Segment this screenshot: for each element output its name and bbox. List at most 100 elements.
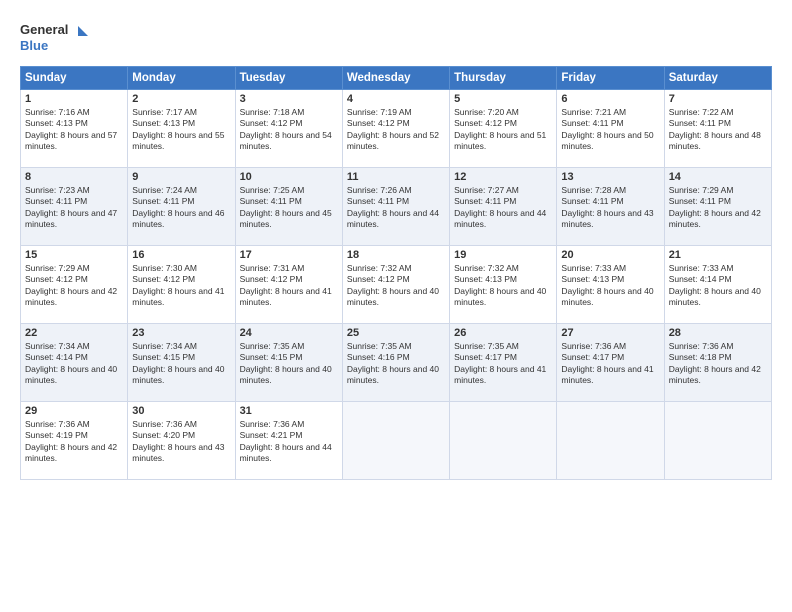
day-number: 12 xyxy=(454,171,552,183)
day-number: 31 xyxy=(240,405,338,417)
calendar-cell xyxy=(450,402,557,480)
weekday-header-saturday: Saturday xyxy=(664,67,771,90)
day-number: 18 xyxy=(347,249,445,261)
week-row-2: 8 Sunrise: 7:23 AMSunset: 4:11 PMDaylight… xyxy=(21,168,772,246)
calendar-cell: 28 Sunrise: 7:36 AMSunset: 4:18 PMDayligh… xyxy=(664,324,771,402)
day-info: Sunrise: 7:19 AMSunset: 4:12 PMDaylight:… xyxy=(347,107,439,151)
calendar-cell: 21 Sunrise: 7:33 AMSunset: 4:14 PMDayligh… xyxy=(664,246,771,324)
day-number: 29 xyxy=(25,405,123,417)
calendar-cell: 14 Sunrise: 7:29 AMSunset: 4:11 PMDayligh… xyxy=(664,168,771,246)
day-info: Sunrise: 7:16 AMSunset: 4:13 PMDaylight:… xyxy=(25,107,117,151)
day-number: 28 xyxy=(669,327,767,339)
day-number: 8 xyxy=(25,171,123,183)
day-info: Sunrise: 7:32 AMSunset: 4:13 PMDaylight:… xyxy=(454,263,546,307)
day-number: 3 xyxy=(240,93,338,105)
day-info: Sunrise: 7:24 AMSunset: 4:11 PMDaylight:… xyxy=(132,185,224,229)
calendar-cell: 4 Sunrise: 7:19 AMSunset: 4:12 PMDaylight… xyxy=(342,90,449,168)
day-info: Sunrise: 7:35 AMSunset: 4:15 PMDaylight:… xyxy=(240,341,332,385)
day-number: 17 xyxy=(240,249,338,261)
day-info: Sunrise: 7:32 AMSunset: 4:12 PMDaylight:… xyxy=(347,263,439,307)
calendar-cell: 22 Sunrise: 7:34 AMSunset: 4:14 PMDayligh… xyxy=(21,324,128,402)
calendar-cell: 11 Sunrise: 7:26 AMSunset: 4:11 PMDayligh… xyxy=(342,168,449,246)
day-number: 2 xyxy=(132,93,230,105)
week-row-5: 29 Sunrise: 7:36 AMSunset: 4:19 PMDayligh… xyxy=(21,402,772,480)
day-info: Sunrise: 7:28 AMSunset: 4:11 PMDaylight:… xyxy=(561,185,653,229)
day-number: 20 xyxy=(561,249,659,261)
calendar-cell: 20 Sunrise: 7:33 AMSunset: 4:13 PMDayligh… xyxy=(557,246,664,324)
calendar-cell: 19 Sunrise: 7:32 AMSunset: 4:13 PMDayligh… xyxy=(450,246,557,324)
day-number: 14 xyxy=(669,171,767,183)
calendar-cell: 7 Sunrise: 7:22 AMSunset: 4:11 PMDaylight… xyxy=(664,90,771,168)
day-info: Sunrise: 7:29 AMSunset: 4:11 PMDaylight:… xyxy=(669,185,761,229)
day-info: Sunrise: 7:34 AMSunset: 4:14 PMDaylight:… xyxy=(25,341,117,385)
calendar-cell: 1Sunrise: 7:16 AMSunset: 4:13 PMDaylight… xyxy=(21,90,128,168)
day-info: Sunrise: 7:35 AMSunset: 4:17 PMDaylight:… xyxy=(454,341,546,385)
weekday-header-sunday: Sunday xyxy=(21,67,128,90)
svg-text:Blue: Blue xyxy=(20,38,48,53)
calendar-cell: 23 Sunrise: 7:34 AMSunset: 4:15 PMDayligh… xyxy=(128,324,235,402)
day-info: Sunrise: 7:27 AMSunset: 4:11 PMDaylight:… xyxy=(454,185,546,229)
calendar-cell xyxy=(664,402,771,480)
day-info: Sunrise: 7:20 AMSunset: 4:12 PMDaylight:… xyxy=(454,107,546,151)
calendar-cell: 24 Sunrise: 7:35 AMSunset: 4:15 PMDayligh… xyxy=(235,324,342,402)
calendar-cell: 27 Sunrise: 7:36 AMSunset: 4:17 PMDayligh… xyxy=(557,324,664,402)
calendar-cell: 2 Sunrise: 7:17 AMSunset: 4:13 PMDaylight… xyxy=(128,90,235,168)
day-info: Sunrise: 7:26 AMSunset: 4:11 PMDaylight:… xyxy=(347,185,439,229)
day-number: 4 xyxy=(347,93,445,105)
day-number: 15 xyxy=(25,249,123,261)
week-row-1: 1Sunrise: 7:16 AMSunset: 4:13 PMDaylight… xyxy=(21,90,772,168)
calendar-cell: 30 Sunrise: 7:36 AMSunset: 4:20 PMDayligh… xyxy=(128,402,235,480)
day-info: Sunrise: 7:36 AMSunset: 4:19 PMDaylight:… xyxy=(25,419,117,463)
day-info: Sunrise: 7:33 AMSunset: 4:13 PMDaylight:… xyxy=(561,263,653,307)
day-number: 5 xyxy=(454,93,552,105)
weekday-header-thursday: Thursday xyxy=(450,67,557,90)
day-number: 6 xyxy=(561,93,659,105)
calendar-cell: 12 Sunrise: 7:27 AMSunset: 4:11 PMDayligh… xyxy=(450,168,557,246)
day-number: 23 xyxy=(132,327,230,339)
day-number: 13 xyxy=(561,171,659,183)
day-info: Sunrise: 7:18 AMSunset: 4:12 PMDaylight:… xyxy=(240,107,332,151)
calendar-cell: 13 Sunrise: 7:28 AMSunset: 4:11 PMDayligh… xyxy=(557,168,664,246)
calendar-cell: 25Sunrise: 7:35 AMSunset: 4:16 PMDayligh… xyxy=(342,324,449,402)
calendar-cell: 9 Sunrise: 7:24 AMSunset: 4:11 PMDaylight… xyxy=(128,168,235,246)
calendar-cell: 3 Sunrise: 7:18 AMSunset: 4:12 PMDaylight… xyxy=(235,90,342,168)
day-number: 22 xyxy=(25,327,123,339)
day-info: Sunrise: 7:33 AMSunset: 4:14 PMDaylight:… xyxy=(669,263,761,307)
day-number: 7 xyxy=(669,93,767,105)
svg-text:General: General xyxy=(20,22,68,37)
day-info: Sunrise: 7:36 AMSunset: 4:17 PMDaylight:… xyxy=(561,341,653,385)
calendar-cell xyxy=(342,402,449,480)
calendar-cell: 5 Sunrise: 7:20 AMSunset: 4:12 PMDaylight… xyxy=(450,90,557,168)
calendar-cell: 31 Sunrise: 7:36 AMSunset: 4:21 PMDayligh… xyxy=(235,402,342,480)
day-number: 11 xyxy=(347,171,445,183)
day-number: 10 xyxy=(240,171,338,183)
day-number: 21 xyxy=(669,249,767,261)
logo: General Blue xyxy=(20,18,90,58)
day-number: 30 xyxy=(132,405,230,417)
day-info: Sunrise: 7:22 AMSunset: 4:11 PMDaylight:… xyxy=(669,107,761,151)
day-info: Sunrise: 7:36 AMSunset: 4:20 PMDaylight:… xyxy=(132,419,224,463)
weekday-header-tuesday: Tuesday xyxy=(235,67,342,90)
calendar-cell xyxy=(557,402,664,480)
day-info: Sunrise: 7:17 AMSunset: 4:13 PMDaylight:… xyxy=(132,107,224,151)
day-info: Sunrise: 7:36 AMSunset: 4:21 PMDaylight:… xyxy=(240,419,332,463)
calendar-cell: 6Sunrise: 7:21 AMSunset: 4:11 PMDaylight… xyxy=(557,90,664,168)
day-info: Sunrise: 7:25 AMSunset: 4:11 PMDaylight:… xyxy=(240,185,332,229)
day-info: Sunrise: 7:34 AMSunset: 4:15 PMDaylight:… xyxy=(132,341,224,385)
week-row-3: 15 Sunrise: 7:29 AMSunset: 4:12 PMDayligh… xyxy=(21,246,772,324)
calendar-cell: 18 Sunrise: 7:32 AMSunset: 4:12 PMDayligh… xyxy=(342,246,449,324)
day-number: 26 xyxy=(454,327,552,339)
calendar-cell: 10 Sunrise: 7:25 AMSunset: 4:11 PMDayligh… xyxy=(235,168,342,246)
day-number: 24 xyxy=(240,327,338,339)
weekday-header-wednesday: Wednesday xyxy=(342,67,449,90)
day-number: 19 xyxy=(454,249,552,261)
calendar-cell: 16Sunrise: 7:30 AMSunset: 4:12 PMDayligh… xyxy=(128,246,235,324)
day-number: 25 xyxy=(347,327,445,339)
day-number: 27 xyxy=(561,327,659,339)
calendar-cell: 8 Sunrise: 7:23 AMSunset: 4:11 PMDaylight… xyxy=(21,168,128,246)
day-info: Sunrise: 7:29 AMSunset: 4:12 PMDaylight:… xyxy=(25,263,117,307)
day-number: 16 xyxy=(132,249,230,261)
day-number: 9 xyxy=(132,171,230,183)
day-info: Sunrise: 7:36 AMSunset: 4:18 PMDaylight:… xyxy=(669,341,761,385)
day-info: Sunrise: 7:23 AMSunset: 4:11 PMDaylight:… xyxy=(25,185,117,229)
